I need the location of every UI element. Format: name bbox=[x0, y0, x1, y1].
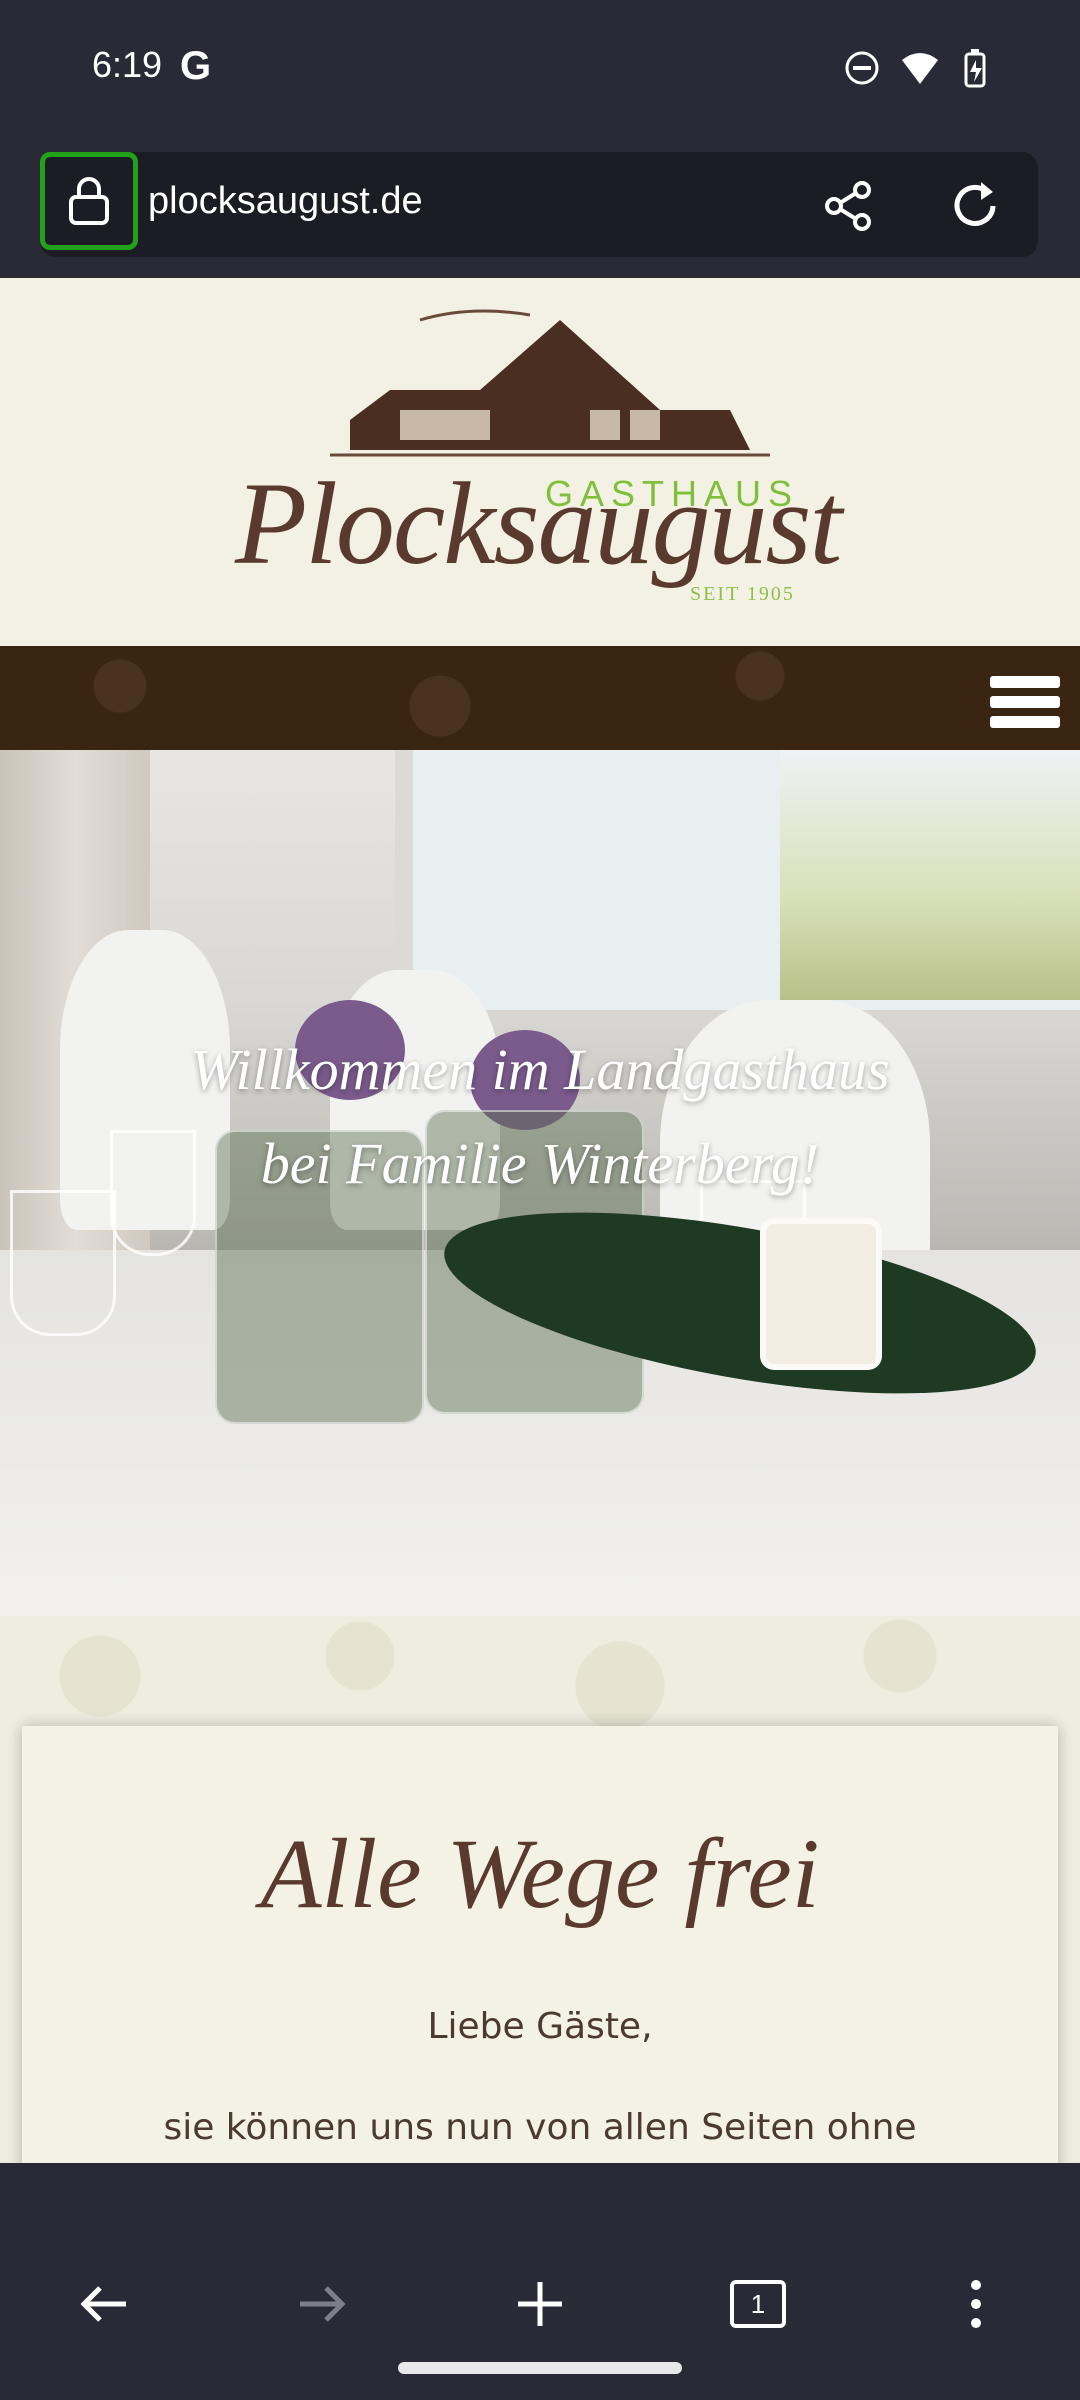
new-tab-plus-icon[interactable] bbox=[500, 2274, 580, 2334]
house-illustration bbox=[330, 309, 770, 457]
reload-icon[interactable] bbox=[945, 176, 1005, 236]
status-time: 6:19 bbox=[92, 44, 163, 85]
wifi-icon bbox=[902, 53, 938, 84]
do-not-disturb-icon bbox=[845, 51, 879, 85]
logo-gasthaus: GASTHAUS bbox=[545, 473, 800, 514]
share-icon[interactable] bbox=[820, 176, 880, 236]
hero-headline: Willkommen im Landgasthaus bei Familie W… bbox=[0, 1023, 1080, 1211]
lock-icon[interactable] bbox=[40, 152, 138, 250]
site-logo[interactable]: Plocksaugust GASTHAUS SEIT 1905 bbox=[0, 278, 1080, 646]
more-menu-icon[interactable] bbox=[936, 2274, 1016, 2334]
hero-line-2: bei Familie Winterberg! bbox=[260, 1131, 820, 1196]
url-text[interactable]: plocksaugust.de bbox=[148, 180, 423, 223]
card-greeting: Liebe Gäste, bbox=[427, 2006, 653, 2047]
status-bar: 6:19 G bbox=[0, 0, 1080, 140]
google-icon: G bbox=[180, 44, 212, 88]
wine-glass bbox=[10, 1190, 116, 1336]
back-arrow-icon[interactable] bbox=[64, 2274, 144, 2334]
hero-window-view bbox=[780, 750, 1080, 1000]
hamburger-menu-icon[interactable] bbox=[990, 676, 1060, 732]
tab-switcher-icon[interactable]: 1 bbox=[718, 2274, 798, 2334]
card-title: Alle Wege frei bbox=[260, 1818, 820, 1929]
status-icons bbox=[844, 48, 990, 88]
card-body: sie können uns nun von allen Seiten ohne… bbox=[163, 2107, 917, 2148]
tab-count: 1 bbox=[730, 2280, 786, 2328]
logo-since: SEIT 1905 bbox=[690, 583, 795, 605]
url-bar[interactable]: plocksaugust.de bbox=[40, 152, 1038, 257]
candle bbox=[760, 1218, 882, 1370]
home-indicator[interactable] bbox=[398, 2362, 682, 2374]
web-page: Plocksaugust GASTHAUS SEIT 1905 Willkomm… bbox=[0, 278, 1080, 2163]
content-card: Alle Wege frei Liebe Gäste, sie können u… bbox=[22, 1726, 1058, 2163]
site-nav-bar bbox=[0, 646, 1080, 750]
forward-arrow-icon[interactable] bbox=[282, 2274, 362, 2334]
battery-icon bbox=[964, 49, 986, 88]
hero-line-1: Willkommen im Landgasthaus bbox=[190, 1037, 890, 1102]
